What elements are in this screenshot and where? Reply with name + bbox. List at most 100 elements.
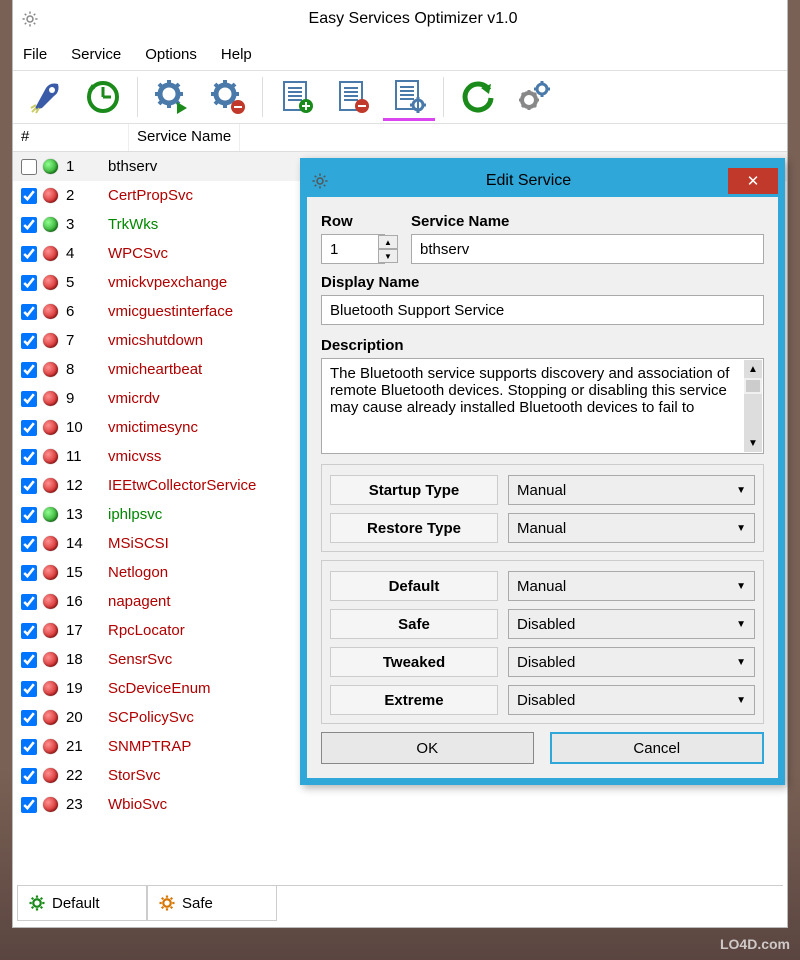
row-checkbox[interactable] xyxy=(21,304,37,320)
chevron-down-icon[interactable]: ▼ xyxy=(378,249,398,263)
safe-select[interactable]: Disabled▼ xyxy=(508,609,755,639)
row-number: 9 xyxy=(66,390,108,407)
list-add-button[interactable] xyxy=(271,73,323,121)
row-checkbox[interactable] xyxy=(21,710,37,726)
scrollbar[interactable]: ▲▼ xyxy=(744,360,762,452)
status-led xyxy=(43,420,58,435)
rocket-button[interactable] xyxy=(21,73,73,121)
service-name: vmicguestinterface xyxy=(108,303,233,320)
row-number: 6 xyxy=(66,303,108,320)
row-checkbox[interactable] xyxy=(21,797,37,813)
row-checkbox[interactable] xyxy=(21,768,37,784)
tab-default[interactable]: Default xyxy=(17,886,147,921)
menu-file[interactable]: File xyxy=(23,46,47,63)
safe-label: Safe xyxy=(330,609,498,639)
default-select[interactable]: Manual▼ xyxy=(508,571,755,601)
refresh-button[interactable] xyxy=(452,73,504,121)
service-name: RpcLocator xyxy=(108,622,185,639)
chevron-down-icon: ▼ xyxy=(736,695,746,706)
restore-type-select[interactable]: Manual▼ xyxy=(508,513,755,543)
toolbar-separator xyxy=(137,77,138,117)
menu-help[interactable]: Help xyxy=(221,46,252,63)
row-number: 16 xyxy=(66,593,108,610)
chevron-down-icon[interactable]: ▼ xyxy=(744,434,762,452)
service-name: TrkWks xyxy=(108,216,158,233)
service-name: SCPolicySvc xyxy=(108,709,194,726)
row-checkbox[interactable] xyxy=(21,449,37,465)
row-checkbox[interactable] xyxy=(21,420,37,436)
row-checkbox[interactable] xyxy=(21,565,37,581)
col-index[interactable]: # xyxy=(13,124,129,151)
startup-type-select[interactable]: Manual▼ xyxy=(508,475,755,505)
chevron-up-icon[interactable]: ▲ xyxy=(378,235,398,249)
service-name: SensrSvc xyxy=(108,651,172,668)
row-number: 5 xyxy=(66,274,108,291)
gear-stop-button[interactable] xyxy=(202,73,254,121)
startup-type-label: Startup Type xyxy=(330,475,498,505)
row-number: 18 xyxy=(66,651,108,668)
status-led xyxy=(43,188,58,203)
row-checkbox[interactable] xyxy=(21,652,37,668)
service-name: IEEtwCollectorService xyxy=(108,477,256,494)
description-box[interactable]: The Bluetooth service supports discovery… xyxy=(321,358,764,454)
row-spinner[interactable]: ▲▼ xyxy=(378,235,398,263)
row-checkbox[interactable] xyxy=(21,188,37,204)
tabs: Default Safe xyxy=(17,885,783,921)
row-checkbox[interactable] xyxy=(21,275,37,291)
gear-play-button[interactable] xyxy=(146,73,198,121)
row-checkbox[interactable] xyxy=(21,333,37,349)
tab-safe[interactable]: Safe xyxy=(147,886,277,921)
row-checkbox[interactable] xyxy=(21,594,37,610)
row-checkbox[interactable] xyxy=(21,217,37,233)
row-checkbox[interactable] xyxy=(21,507,37,523)
service-name: vmicrdv xyxy=(108,390,160,407)
status-led xyxy=(43,739,58,754)
gear-icon xyxy=(28,894,46,912)
row-input[interactable] xyxy=(321,234,385,264)
row-number: 14 xyxy=(66,535,108,552)
menu-service[interactable]: Service xyxy=(71,46,121,63)
list-remove-button[interactable] xyxy=(327,73,379,121)
service-name-input[interactable] xyxy=(411,234,764,264)
service-name: vmicshutdown xyxy=(108,332,203,349)
status-led xyxy=(43,391,58,406)
row-checkbox[interactable] xyxy=(21,681,37,697)
dialog-title: Edit Service xyxy=(329,172,728,190)
settings-button[interactable] xyxy=(508,73,560,121)
row-number: 11 xyxy=(66,448,108,465)
service-name-label: Service Name xyxy=(411,213,764,230)
list-edit-button[interactable] xyxy=(383,73,435,121)
service-name: iphlpsvc xyxy=(108,506,162,523)
tweaked-select[interactable]: Disabled▼ xyxy=(508,647,755,677)
row-checkbox[interactable] xyxy=(21,478,37,494)
display-name-input[interactable] xyxy=(321,295,764,325)
col-service-name[interactable]: Service Name xyxy=(129,124,240,151)
display-name-label: Display Name xyxy=(321,274,764,291)
service-name: MSiSCSI xyxy=(108,535,169,552)
extreme-select[interactable]: Disabled▼ xyxy=(508,685,755,715)
cancel-button[interactable]: Cancel xyxy=(550,732,765,764)
service-name: napagent xyxy=(108,593,171,610)
restore-button[interactable] xyxy=(77,73,129,121)
row-checkbox[interactable] xyxy=(21,362,37,378)
service-name: vmicvss xyxy=(108,448,161,465)
service-name: StorSvc xyxy=(108,767,161,784)
ok-button[interactable]: OK xyxy=(321,732,534,764)
row-checkbox[interactable] xyxy=(21,391,37,407)
row-checkbox[interactable] xyxy=(21,246,37,262)
row-number: 15 xyxy=(66,564,108,581)
table-row[interactable]: 23WbioSvc xyxy=(13,790,787,819)
toolbar-separator xyxy=(443,77,444,117)
row-label: Row xyxy=(321,213,399,230)
menu-options[interactable]: Options xyxy=(145,46,197,63)
chevron-up-icon[interactable]: ▲ xyxy=(744,360,762,378)
row-checkbox[interactable] xyxy=(21,623,37,639)
row-checkbox[interactable] xyxy=(21,739,37,755)
default-label: Default xyxy=(330,571,498,601)
dialog-titlebar[interactable]: Edit Service ✕ xyxy=(307,165,778,197)
row-number: 21 xyxy=(66,738,108,755)
status-led xyxy=(43,362,58,377)
row-checkbox[interactable] xyxy=(21,159,37,175)
close-button[interactable]: ✕ xyxy=(728,168,778,194)
row-checkbox[interactable] xyxy=(21,536,37,552)
